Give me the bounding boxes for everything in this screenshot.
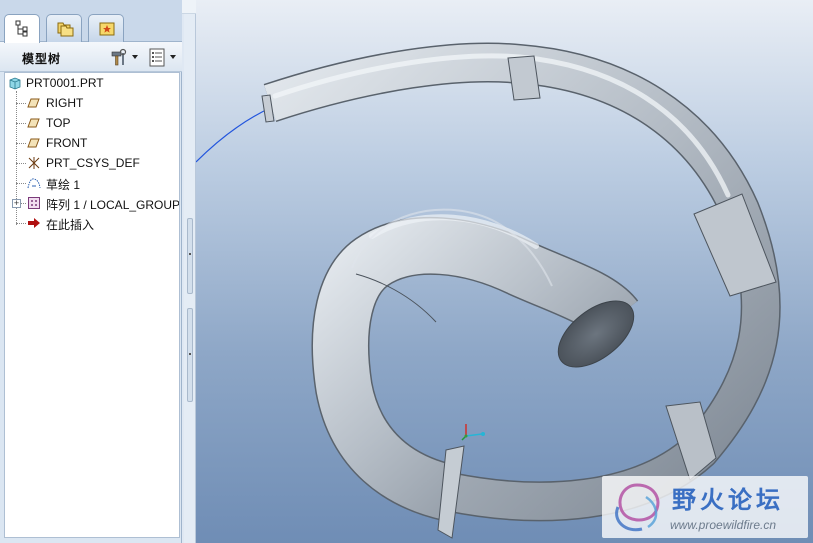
folder-browser-icon [57, 22, 74, 37]
tree-item-label: PRT_CSYS_DEF [46, 156, 140, 170]
chevron-down-icon [170, 55, 176, 59]
hammer-settings-icon [111, 48, 127, 66]
tree-item-insert-here[interactable]: 在此插入 [5, 213, 179, 233]
tree-item-label: TOP [46, 116, 71, 130]
tree-columns-icon [149, 48, 165, 67]
tree-show-button[interactable] [144, 46, 178, 68]
tree-item-label: PRT0001.PRT [26, 76, 104, 90]
tree-item-label: 在此插入 [46, 218, 95, 232]
graphics-viewport[interactable]: 野火论坛 www.proewildfire.cn [196, 0, 813, 543]
tree-item-sketch[interactable]: 草绘 1 [5, 173, 179, 193]
favorites-icon [99, 22, 115, 36]
tab-favorites[interactable] [88, 14, 124, 42]
navigator-tab-strip [0, 0, 182, 43]
splitter-grip-bottom[interactable] [187, 308, 193, 402]
datum-plane-icon [27, 98, 40, 108]
tab-folder-browser[interactable] [46, 14, 82, 42]
tab-model-tree[interactable] [4, 14, 40, 43]
tree-settings-button[interactable] [106, 46, 140, 68]
forum-watermark: 野火论坛 www.proewildfire.cn [602, 476, 808, 538]
model-tree: PRT0001.PRT RIGHT TOP FRONT PRT_CSYS_DEF… [4, 72, 180, 538]
tree-expand-button[interactable]: + [12, 199, 21, 208]
model-tree-title: 模型树 [22, 52, 62, 66]
tree-item-label: 草绘 1 [46, 178, 81, 192]
watermark-title: 野火论坛 [672, 486, 784, 514]
tree-item-front[interactable]: FRONT [5, 133, 179, 153]
part-icon [9, 77, 21, 90]
datum-plane-icon [27, 138, 40, 148]
pattern-icon [28, 197, 40, 209]
datum-plane-icon [27, 118, 40, 128]
panel-splitter[interactable] [184, 0, 196, 543]
model-3d-view [196, 42, 781, 539]
watermark-url: www.proewildfire.cn [670, 518, 777, 532]
forum-logo-icon [615, 483, 660, 532]
tree-item-label: RIGHT [46, 96, 84, 110]
model-tree-header: 模型树 [0, 42, 182, 72]
tree-item-top[interactable]: TOP [5, 113, 179, 133]
insert-here-arrow-icon [28, 218, 40, 228]
sketch-icon [27, 178, 41, 189]
sketch-curve [196, 107, 271, 163]
navigator-panel: 模型树 PRT0001.PRT RIGHT TOP FRONT PRT_CSYS… [0, 0, 182, 543]
tree-item-label: 阵列 1 / LOCAL_GROUP [46, 198, 180, 212]
tree-item-label: FRONT [46, 136, 88, 150]
model-tree-icon [15, 20, 28, 37]
tree-item-root[interactable]: PRT0001.PRT [5, 73, 179, 93]
splitter-grip-top[interactable] [187, 218, 193, 294]
chevron-down-icon [132, 55, 138, 59]
tree-item-csys[interactable]: PRT_CSYS_DEF [5, 153, 179, 173]
tree-item-right[interactable]: RIGHT [5, 93, 179, 113]
coordinate-system-icon [28, 157, 40, 169]
tree-item-pattern[interactable]: + 阵列 1 / LOCAL_GROUP [5, 193, 180, 213]
coordinate-triad [461, 424, 485, 441]
